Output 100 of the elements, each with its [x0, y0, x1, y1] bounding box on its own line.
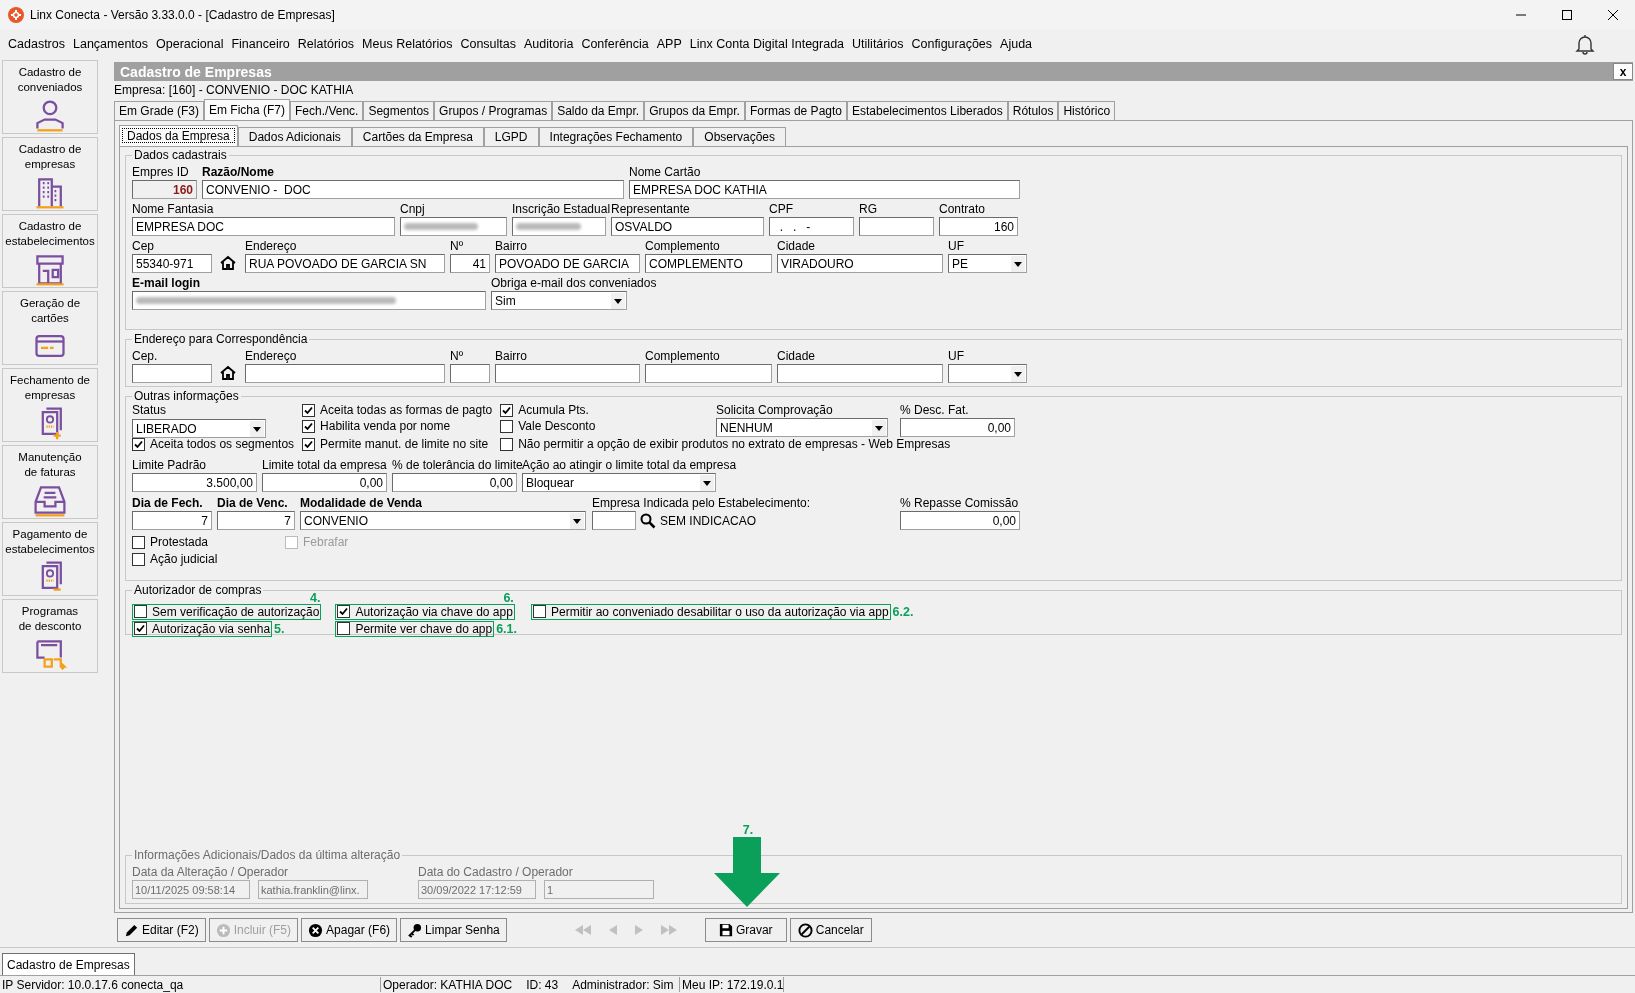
tab[interactable]: Cartões da Empresa	[351, 127, 484, 146]
input-field[interactable]: COMPLEMENTO	[645, 254, 772, 273]
tab[interactable]: Segmentos	[363, 101, 435, 120]
close-icon[interactable]	[1607, 9, 1619, 21]
tab[interactable]: Em Ficha (F7)	[204, 99, 291, 120]
sidebar-item[interactable]: Cadastro de conveniados	[2, 60, 98, 134]
menu-item[interactable]: Relatórios	[293, 37, 359, 51]
input-field[interactable]: . . -	[769, 217, 854, 236]
checkbox[interactable]	[132, 552, 145, 566]
checkbox[interactable]	[337, 605, 351, 618]
input-field[interactable]: 55340-971	[132, 254, 212, 273]
sidebar-item[interactable]: Cadastro de empresas	[2, 137, 98, 211]
checkbox[interactable]	[533, 605, 547, 618]
menu-item[interactable]: Conferência	[577, 37, 653, 51]
dropdown[interactable]: NENHUM	[716, 418, 888, 437]
action-button[interactable]: Cancelar	[789, 918, 872, 942]
dropdown[interactable]: Sim	[491, 291, 627, 310]
house-icon[interactable]	[220, 255, 236, 271]
input-field[interactable]	[512, 217, 606, 236]
tab[interactable]: Grupos da Empr.	[644, 101, 745, 120]
input-field[interactable]	[777, 364, 943, 383]
tab[interactable]: Dados da Empresa	[119, 125, 238, 146]
input-field[interactable]: 1	[544, 880, 654, 899]
tab[interactable]: Saldo da Empr.	[552, 101, 645, 120]
input-field[interactable]: 7	[132, 511, 212, 530]
input-field[interactable]	[645, 364, 772, 383]
input-field[interactable]: POVOADO DE GARCIA	[495, 254, 640, 273]
menu-item[interactable]: Consultas	[456, 37, 521, 51]
input-field[interactable]: 160	[939, 217, 1018, 236]
input-field[interactable]: 10/11/2025 09:58:14	[132, 880, 250, 899]
tab[interactable]: Em Grade (F3)	[114, 101, 204, 120]
input-field[interactable]	[132, 291, 486, 310]
dropdown[interactable]: PE	[948, 254, 1027, 273]
input-field[interactable]: EMPRESA DOC KATHIA	[629, 180, 1020, 199]
toolbar-button[interactable]: Limpar Senha	[400, 918, 507, 942]
input-field[interactable]	[245, 364, 445, 383]
sidebar-item[interactable]: Fechamento de empresas	[2, 368, 98, 442]
tab[interactable]: Dados Adicionais	[237, 127, 352, 146]
input-field[interactable]: 0,00	[900, 418, 1015, 437]
menu-item[interactable]: Configurações	[907, 37, 997, 51]
sidebar-item[interactable]: Programas de desconto	[2, 599, 98, 673]
input-field[interactable]: VIRADOURO	[777, 254, 943, 273]
tab[interactable]: Estabelecimentos Liberados	[847, 101, 1008, 120]
tab[interactable]: Rótulos	[1007, 101, 1059, 120]
checkbox[interactable]	[500, 437, 514, 451]
sidebar-item[interactable]: Pagamento de estabelecimentos	[2, 522, 98, 596]
input-field[interactable]: 7	[217, 511, 295, 530]
checkbox[interactable]	[134, 622, 147, 635]
input-field[interactable]	[592, 511, 636, 530]
menu-item[interactable]: Utilitários	[848, 37, 908, 51]
search-icon[interactable]	[640, 512, 656, 529]
menu-item[interactable]: Operacional	[152, 37, 228, 51]
input-field[interactable]	[400, 217, 507, 236]
checkbox[interactable]	[337, 622, 351, 635]
tab[interactable]: LGPD	[483, 127, 539, 146]
checkbox[interactable]	[132, 535, 145, 549]
sidebar-item[interactable]: Cadastro de estabelecimentos	[2, 214, 98, 288]
checkbox[interactable]	[500, 419, 514, 433]
input-field[interactable]: 0,00	[262, 473, 387, 492]
input-field[interactable]: EMPRESA DOC	[132, 217, 395, 236]
menu-item[interactable]: Linx Conta Digital Integrada	[685, 37, 849, 51]
tab[interactable]: Integrações Fechamento	[538, 127, 694, 146]
input-field[interactable]: 3.500,00	[132, 473, 257, 492]
input-field[interactable]: RUA POVOADO DE GARCIA SN	[245, 254, 445, 273]
input-field[interactable]: 0,00	[392, 473, 517, 492]
menu-item[interactable]: APP	[652, 37, 686, 51]
checkbox[interactable]	[302, 403, 316, 417]
dropdown[interactable]: Bloquear	[522, 473, 716, 492]
input-field[interactable]: OSVALDO	[611, 217, 764, 236]
input-field[interactable]: 0,00	[900, 511, 1020, 530]
input-field[interactable]: CONVENIO - DOC	[202, 180, 624, 199]
tab[interactable]: Formas de Pagto	[744, 101, 847, 120]
tab[interactable]: Grupos / Programas	[434, 101, 553, 120]
maximize-icon[interactable]	[1561, 9, 1573, 21]
menu-item[interactable]: Financeiro	[227, 37, 294, 51]
input-field[interactable]: 30/09/2022 17:12:59	[418, 880, 536, 899]
menu-item[interactable]: Ajuda	[996, 37, 1037, 51]
input-field[interactable]	[450, 364, 490, 383]
window-tab[interactable]: Cadastro de Empresas	[2, 953, 135, 975]
toolbar-button[interactable]: Apagar (F6)	[301, 918, 398, 942]
bell-icon[interactable]	[1575, 33, 1595, 55]
action-button[interactable]: Gravar	[704, 918, 787, 942]
tab[interactable]: Observações	[693, 127, 786, 146]
dropdown[interactable]	[948, 364, 1027, 383]
toolbar-button[interactable]: Editar (F2)	[117, 918, 206, 942]
tab[interactable]: Histórico	[1058, 101, 1116, 120]
checkbox[interactable]	[134, 605, 147, 618]
menu-item[interactable]: Auditoria	[520, 37, 578, 51]
dropdown[interactable]: CONVENIO	[300, 511, 586, 530]
input-field[interactable]	[132, 364, 212, 383]
id-field[interactable]: 160	[132, 180, 197, 199]
input-field[interactable]: 41	[450, 254, 490, 273]
checkbox[interactable]	[302, 419, 316, 433]
input-field[interactable]: kathia.franklin@linx.	[258, 880, 368, 899]
dropdown[interactable]: LIBERADO	[132, 419, 266, 438]
sidebar-item[interactable]: Geração de cartões	[2, 291, 98, 365]
input-field[interactable]	[495, 364, 640, 383]
checkbox[interactable]	[500, 403, 514, 417]
menu-item[interactable]: Meus Relatórios	[358, 37, 457, 51]
input-field[interactable]	[859, 217, 934, 236]
